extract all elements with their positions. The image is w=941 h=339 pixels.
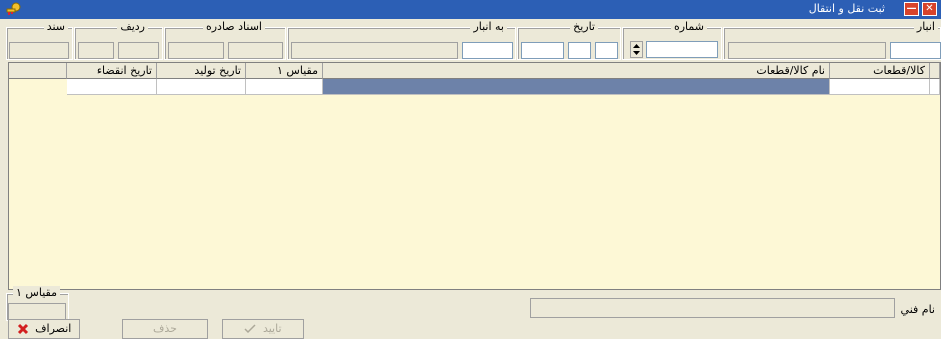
confirm-button[interactable]: تاييد bbox=[222, 319, 304, 339]
tarikh-year-input[interactable] bbox=[521, 42, 564, 59]
minimize-button[interactable]: — bbox=[904, 2, 919, 16]
shomare-input[interactable] bbox=[646, 41, 718, 58]
confirm-label: تاييد bbox=[262, 322, 282, 335]
grid-header-right-edge bbox=[930, 63, 940, 79]
shomare-label: شماره bbox=[670, 20, 707, 34]
window-title: ثبت نقل و انتقال bbox=[808, 2, 885, 15]
spinner-arrows-icon bbox=[633, 44, 640, 55]
grid-header-kala[interactable]: كالا/قطعات bbox=[830, 63, 930, 79]
asnad-sadere-field-1 bbox=[228, 42, 283, 59]
meqyas-label: مقياس ۱ bbox=[13, 286, 60, 300]
tarikh-day-input[interactable] bbox=[595, 42, 618, 59]
asnad-sadere-field-2 bbox=[168, 42, 224, 59]
anbar-name-field bbox=[728, 42, 886, 59]
grid-header-tarikh-tolid[interactable]: تاريخ توليد bbox=[157, 63, 246, 79]
title-bar: ✕ — ثبت نقل و انتقال bbox=[0, 0, 941, 19]
radif-field-1 bbox=[118, 42, 159, 59]
delete-label: حذف bbox=[153, 322, 177, 335]
tarikh-label: تاريخ bbox=[570, 20, 598, 34]
grid-header-name-kala[interactable]: نام كالا/قطعات bbox=[323, 63, 830, 79]
items-grid[interactable]: كالا/قطعات نام كالا/قطعات مقياس ۱ تاريخ … bbox=[8, 62, 941, 290]
radif-field-2 bbox=[78, 42, 114, 59]
grid-header-meqyas[interactable]: مقياس ۱ bbox=[246, 63, 323, 79]
asnad-sadere-label: اسناد صادره bbox=[202, 20, 265, 34]
cancel-x-icon bbox=[17, 323, 28, 335]
cancel-button[interactable]: انصراف bbox=[8, 319, 80, 339]
anbar-input[interactable] bbox=[890, 42, 941, 59]
shomare-spinner[interactable] bbox=[630, 41, 643, 58]
grid-cell-tarikh-tolid[interactable] bbox=[157, 79, 246, 95]
app-key-icon bbox=[6, 2, 21, 15]
name-fanni-label: نام فني bbox=[900, 303, 935, 316]
tarikh-month-input[interactable] bbox=[568, 42, 591, 59]
be-anbar-input[interactable] bbox=[462, 42, 513, 59]
grid-cell-kala[interactable] bbox=[830, 79, 930, 95]
name-fanni-field bbox=[530, 298, 895, 318]
cancel-label: انصراف bbox=[35, 322, 72, 335]
grid-cell-right-edge[interactable] bbox=[930, 79, 940, 95]
be-anbar-name-field bbox=[291, 42, 458, 59]
grid-header-blank bbox=[9, 63, 67, 79]
sanad-field bbox=[9, 42, 69, 59]
confirm-check-icon bbox=[244, 324, 256, 334]
close-button[interactable]: ✕ bbox=[922, 2, 937, 16]
sanad-label: سند bbox=[43, 20, 68, 34]
grid-cell-name-kala-selected[interactable] bbox=[323, 79, 830, 95]
grid-cell-meqyas[interactable] bbox=[246, 79, 323, 95]
delete-button[interactable]: حذف bbox=[122, 319, 208, 339]
meqyas-field bbox=[8, 303, 66, 320]
grid-cell-tarikh-enqeza[interactable] bbox=[67, 79, 157, 95]
radif-label: رديف bbox=[117, 20, 148, 34]
be-anbar-label: به انبار bbox=[470, 20, 507, 34]
anbar-label: انبار bbox=[913, 20, 938, 34]
grid-header-tarikh-enqeza[interactable]: تاريخ انقضاء bbox=[67, 63, 157, 79]
